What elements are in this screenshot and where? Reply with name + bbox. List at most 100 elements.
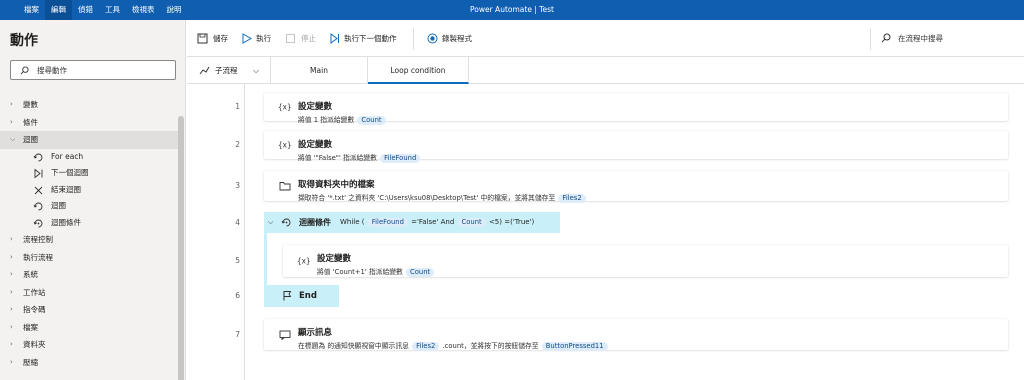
category-flow-control[interactable]: › 流程控制	[0, 231, 178, 249]
menu-bar: 檔案 編輯 偵錯 工具 檢視表 說明	[18, 0, 188, 20]
step-description: 擷取符合 '*.txt' 之資料夾 'C:\Users\ksu08\Deskto…	[298, 192, 587, 203]
description-text: 將值 '"False"' 指派給變數	[298, 154, 380, 162]
variable-token: FileFound	[380, 154, 421, 163]
step-title: End	[299, 291, 317, 301]
chevron-right-icon: ›	[10, 235, 13, 243]
end-step[interactable]: End	[264, 285, 339, 307]
description-text: ='False' And	[408, 218, 457, 226]
step-title: 設定變數	[317, 254, 352, 264]
variable-token: ButtonPressed11	[541, 342, 608, 351]
flag-icon	[283, 291, 292, 301]
variable-icon: {x}	[278, 102, 292, 112]
menu-item[interactable]: 編輯	[45, 0, 72, 20]
category-file[interactable]: › 檔案	[0, 319, 178, 337]
category-conditions[interactable]: › 條件	[0, 114, 178, 132]
loop-icon	[33, 153, 43, 161]
category-label: 條件	[23, 117, 38, 127]
chevron-right-icon: ›	[10, 305, 13, 313]
category-label: 流程控制	[23, 235, 53, 244]
step-description: 將值 '"False"' 指派給變數 FileFound	[298, 152, 421, 163]
action-item[interactable]: 迴圈條件	[0, 215, 178, 232]
category-label: 資料夾	[23, 340, 46, 349]
variable-token: Count	[406, 268, 435, 277]
subflows-dropdown[interactable]: 子流程 ⌵	[187, 57, 271, 84]
next-loop-icon	[34, 168, 43, 179]
line-number: 7	[235, 329, 240, 339]
tab-main[interactable]: Main	[271, 57, 368, 84]
menu-item[interactable]: 檔案	[18, 0, 45, 20]
tab-loop-condition[interactable]: Loop condition	[368, 57, 469, 84]
line-number: 4	[235, 217, 240, 227]
step-description: While ( FileFound ='False' And Count <5)…	[340, 212, 534, 233]
chevron-right-icon: ›	[10, 100, 13, 108]
action-item[interactable]: 下一個迴圈	[0, 165, 178, 182]
menu-item[interactable]: 偵錯	[72, 0, 99, 20]
category-label: 檔案	[23, 322, 38, 332]
flow-step[interactable]: {x} 設定變數 將值 'Count+1' 指派給變數 Count	[283, 245, 1008, 277]
category-run-flow[interactable]: › 執行流程	[0, 249, 178, 267]
category-label: 變數	[23, 100, 38, 109]
search-icon	[881, 33, 891, 43]
category-compression[interactable]: › 壓縮	[0, 354, 178, 372]
category-label: 系統	[23, 270, 38, 279]
flow-step[interactable]: 顯示訊息在標題為 的通知快顯視窗中顯示訊息 Files2 .count，並將按下…	[264, 319, 1008, 351]
collapse-chevron-icon[interactable]: ⌵	[268, 212, 273, 233]
action-item[interactable]: For each	[0, 149, 178, 166]
action-item[interactable]: 結束迴圈	[0, 182, 178, 199]
loop-condition-icon	[33, 219, 43, 227]
action-label: 迴圈條件	[51, 217, 81, 227]
line-number: 1	[235, 102, 240, 111]
search-actions-input[interactable]	[37, 63, 167, 77]
category-variables[interactable]: › 變數	[0, 96, 178, 114]
loop-condition-step[interactable]: ⌵ 迴圈條件 While ( FileFound ='False' And Coun…	[264, 212, 560, 233]
flow-step[interactable]: {x} 設定變數 將值 1 指派給變數 Count	[264, 93, 1008, 125]
chevron-right-icon: ›	[10, 287, 13, 296]
flow-step[interactable]: 取得資料夾中的檔案 擷取符合 '*.txt' 之資料夾 'C:\Users\ksu…	[264, 171, 1008, 203]
menu-item[interactable]: 工具	[99, 0, 126, 20]
action-item[interactable]: 迴圈	[0, 198, 178, 215]
step-description: 在標題為 的通知快顯視窗中顯示訊息 Files2 .count，並將按下的按鈕儲…	[298, 340, 609, 351]
step-title: 設定變數	[298, 140, 333, 150]
save-label: 儲存	[213, 34, 228, 43]
description-text: .count，並將按下的按鈕儲存至	[440, 342, 541, 350]
description-text: <5) =('True')	[486, 218, 535, 226]
category-label: 執行流程	[23, 252, 53, 262]
loop-condition-icon	[281, 218, 291, 227]
subflow-icon	[199, 66, 210, 75]
record-icon	[427, 33, 438, 44]
step-title: 迴圈條件	[299, 218, 331, 227]
step-title: 顯示訊息	[298, 328, 333, 338]
loop-block-bar	[264, 233, 267, 285]
line-number: 3	[235, 181, 240, 190]
menu-item[interactable]: 說明	[161, 0, 188, 20]
actions-tree: › 變數 › 條件 ⌵ 迴圈 For each 下一個迴圈 結束迴圈 迴圈 迴圈條件 › 流程控制 › 執行…	[0, 96, 178, 371]
category-system[interactable]: › 系統	[0, 266, 178, 284]
menu-item[interactable]: 檢視表	[126, 0, 161, 20]
record-label: 錄製程式	[442, 34, 472, 43]
action-label: For each	[51, 151, 84, 161]
folder-icon	[279, 182, 291, 191]
variable-icon: {x}	[278, 140, 292, 150]
category-workstation[interactable]: › 工作站	[0, 284, 178, 302]
chevron-right-icon: ›	[10, 117, 13, 126]
category-label: 工作站	[23, 287, 46, 297]
step-next-icon	[330, 33, 339, 44]
play-icon	[242, 33, 252, 44]
subflow-label: 子流程	[215, 66, 238, 75]
category-folder[interactable]: › 資料夾	[0, 336, 178, 354]
search-in-flow-label: 在流程中搜尋	[898, 34, 943, 43]
actions-scrollbar[interactable]	[178, 116, 184, 380]
run-next-label: 執行下一個動作	[344, 34, 397, 43]
stop-label: 停止	[301, 34, 316, 43]
toolbar: 儲存 執行 停止 執行下一個動作 錄製程式 在流程中搜尋	[187, 20, 1024, 57]
chevron-right-icon: ›	[10, 340, 13, 348]
category-loops[interactable]: ⌵ 迴圈	[0, 131, 178, 149]
exit-loop-icon	[34, 186, 43, 194]
flow-step[interactable]: {x} 設定變數將值 '"False"' 指派給變數 FileFound	[264, 131, 1008, 163]
search-actions-box[interactable]	[10, 60, 176, 80]
category-scripting[interactable]: › 指令碼	[0, 301, 178, 319]
message-box-icon	[279, 330, 291, 340]
stop-icon	[286, 34, 295, 43]
line-number: 6	[235, 291, 240, 300]
description-text: While (	[340, 218, 367, 226]
